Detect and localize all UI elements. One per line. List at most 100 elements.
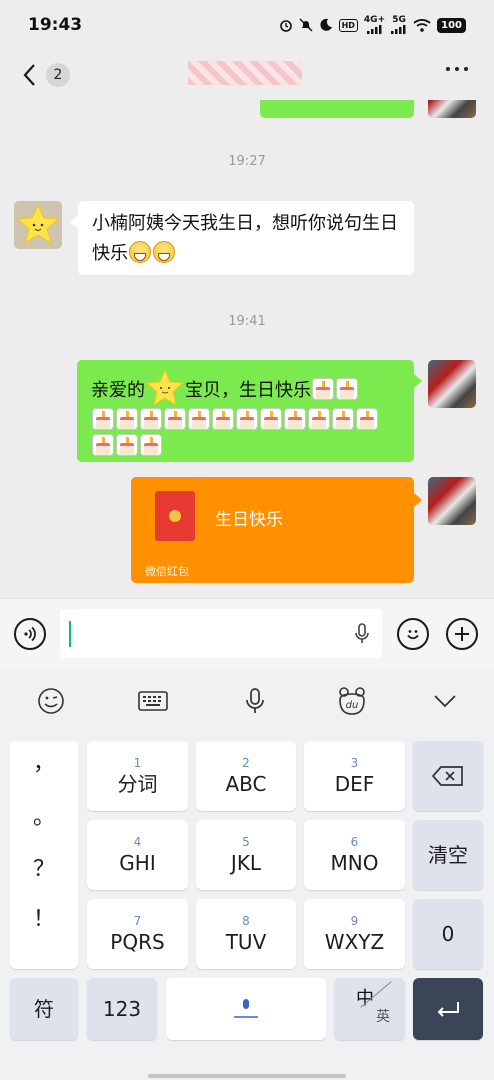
unread-badge: 2 xyxy=(46,63,70,87)
clear-key[interactable]: 清空 xyxy=(413,820,483,890)
key-5[interactable]: 5 JKL xyxy=(196,820,296,890)
space-key[interactable] xyxy=(166,978,326,1040)
key-6[interactable]: 6 MNO xyxy=(304,820,405,890)
chat-header: 2 xyxy=(0,50,494,100)
cake-emoji-icon xyxy=(332,408,354,430)
red-envelope-icon xyxy=(155,491,195,541)
voice-input-button[interactable] xyxy=(14,618,46,650)
cake-emoji-icon xyxy=(92,434,114,456)
cake-emoji-icon xyxy=(212,408,234,430)
own-avatar[interactable] xyxy=(428,477,476,525)
timestamp: 19:27 xyxy=(228,154,266,169)
baidu-icon[interactable]: du xyxy=(335,684,369,718)
contact-avatar[interactable] xyxy=(14,201,62,249)
punctuation-column: ， 。 ？ ！ xyxy=(10,741,78,969)
space-mic-icon xyxy=(234,999,258,1018)
cake-emoji-icon xyxy=(336,378,358,400)
cake-emoji-icon xyxy=(116,408,138,430)
key-num: 4 xyxy=(133,835,142,849)
symbol-label: 符 xyxy=(34,997,54,1021)
cake-emoji-icon xyxy=(356,408,378,430)
more-dot-icon xyxy=(464,67,468,71)
key-2[interactable]: 2 ABC xyxy=(196,741,296,811)
key-label: JKL xyxy=(230,851,262,875)
cake-emoji-icon xyxy=(260,408,282,430)
wifi-icon xyxy=(413,18,431,32)
plus-icon xyxy=(455,627,469,641)
symbol-key[interactable]: 符 xyxy=(10,978,78,1040)
alarm-icon xyxy=(279,18,293,32)
red-packet-title: 生日快乐 xyxy=(215,510,283,530)
cake-emoji-icon xyxy=(92,408,114,430)
key-0[interactable]: 0 xyxy=(413,899,483,969)
chat-title-redacted xyxy=(188,61,302,85)
mute-icon xyxy=(299,18,313,32)
keyboard-icon[interactable] xyxy=(136,684,170,718)
punct-comma-key[interactable]: ， xyxy=(10,745,78,777)
more-options-button[interactable] xyxy=(446,67,468,71)
mic-icon[interactable] xyxy=(354,623,370,649)
cake-emoji-icon xyxy=(236,408,258,430)
svg-text:du: du xyxy=(346,700,359,711)
number-mode-key[interactable]: 123 xyxy=(87,978,157,1040)
en-label: 英 xyxy=(376,1009,390,1025)
message-list[interactable]: 19:27 小楠阿姨今天我生日，想听你说句生日快乐 19:41 亲爱的 宝贝，生日… xyxy=(0,100,494,598)
chevron-left-icon xyxy=(18,60,40,90)
own-avatar-partial[interactable] xyxy=(428,100,476,118)
emoji-icon[interactable] xyxy=(34,684,68,718)
net-label-1: 4G+ xyxy=(363,15,386,25)
red-packet-message[interactable]: 生日快乐 微信红包 xyxy=(131,477,422,583)
outgoing-text-prefix: 亲爱的 xyxy=(91,380,145,401)
own-avatar[interactable] xyxy=(428,360,476,408)
key-num: 7 xyxy=(133,914,142,928)
mic-icon[interactable] xyxy=(238,684,272,718)
more-dot-icon xyxy=(455,67,459,71)
backspace-key[interactable] xyxy=(413,741,483,811)
ime-keyboard: du ， 。 ？ ！ 1 分词 2 ABC 3 DEF 4 GHI 5 JKL … xyxy=(0,668,494,1080)
key-num: 6 xyxy=(350,835,359,849)
message-input[interactable] xyxy=(60,609,382,658)
signal-4g-icon: 4G+ xyxy=(364,16,385,34)
key-label: MNO xyxy=(330,851,379,875)
previous-outgoing-bubble[interactable] xyxy=(260,100,414,118)
back-button[interactable]: 2 xyxy=(18,60,70,90)
key-9[interactable]: 9 WXYZ xyxy=(304,899,405,969)
home-indicator[interactable] xyxy=(148,1074,346,1078)
backspace-icon xyxy=(431,766,463,786)
key-num: 8 xyxy=(242,914,250,928)
outgoing-message-bubble[interactable]: 亲爱的 宝贝，生日快乐 xyxy=(77,360,422,462)
enter-key[interactable] xyxy=(413,978,483,1040)
key-num: 9 xyxy=(350,914,359,928)
star-emoji-icon xyxy=(145,368,185,407)
key-8[interactable]: 8 TUV xyxy=(196,899,296,969)
key-label: WXYZ xyxy=(324,930,385,954)
punct-period-key[interactable]: 。 xyxy=(10,799,78,831)
key-label: ABC xyxy=(225,772,267,796)
key-4[interactable]: 4 GHI xyxy=(87,820,188,890)
hd-icon: HD xyxy=(338,18,358,32)
punct-question-key[interactable]: ？ xyxy=(10,851,78,883)
key-label: 分词 xyxy=(117,772,158,796)
net-label-2: 5G xyxy=(392,15,406,25)
emoji-button[interactable] xyxy=(397,618,429,650)
do-not-disturb-icon xyxy=(319,18,333,32)
zero-label: 0 xyxy=(441,922,455,946)
key-1[interactable]: 1 分词 xyxy=(87,741,188,811)
chevron-down-icon[interactable] xyxy=(428,684,462,718)
outgoing-text-middle: 宝贝，生日快乐 xyxy=(185,380,311,401)
key-3[interactable]: 3 DEF xyxy=(304,741,405,811)
key-num: 3 xyxy=(350,756,359,770)
status-time: 19:43 xyxy=(28,15,83,35)
incoming-message-bubble[interactable]: 小楠阿姨今天我生日，想听你说句生日快乐 xyxy=(70,201,414,275)
cake-emoji-icon xyxy=(116,434,138,456)
zh-en-switch-key[interactable]: 中 英 xyxy=(334,978,405,1040)
more-functions-button[interactable] xyxy=(446,618,478,650)
cake-emoji-icon xyxy=(140,434,162,456)
keyboard-toolbar: du xyxy=(0,668,494,734)
key-7[interactable]: 7 PQRS xyxy=(87,899,188,969)
more-dot-icon xyxy=(446,67,450,71)
status-icons: HD 4G+ 5G 100 xyxy=(279,16,466,34)
key-num: 5 xyxy=(242,835,250,849)
voice-icon xyxy=(24,626,36,642)
punct-exclaim-key[interactable]: ！ xyxy=(10,901,78,933)
